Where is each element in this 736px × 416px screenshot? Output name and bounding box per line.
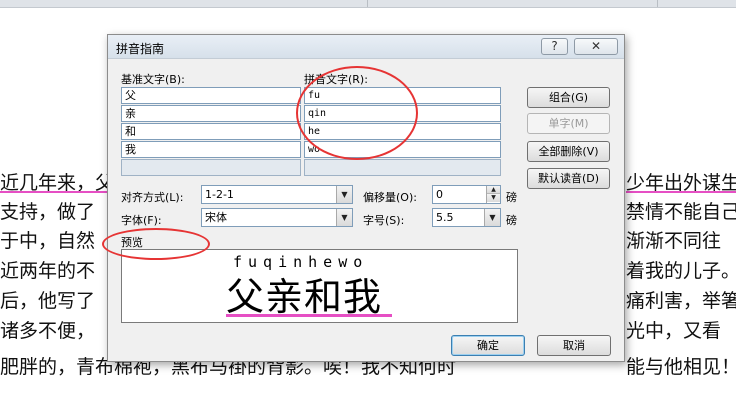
alignment-label: 对齐方式(L): [121, 191, 184, 204]
offset-label: 偏移量(O): [363, 191, 417, 204]
base-text-field[interactable]: 我 [121, 141, 301, 158]
doc-underline [626, 191, 736, 193]
base-text-label: 基准文字(B): [121, 73, 185, 86]
chevron-down-icon[interactable]: ▼ [336, 186, 352, 203]
window-top-bar [0, 0, 736, 8]
offset-unit: 磅 [506, 191, 517, 204]
spin-buttons: ▲ ▼ [486, 186, 500, 203]
base-text-field[interactable]: 父 [121, 87, 301, 104]
close-icon[interactable]: ✕ [574, 38, 618, 55]
dialog-title: 拼音指南 [116, 42, 165, 56]
font-label: 字体(F): [121, 214, 162, 227]
font-select[interactable]: 宋体 ▼ [201, 208, 353, 227]
base-text-field[interactable]: 和 [121, 123, 301, 140]
size-unit: 磅 [506, 214, 517, 227]
toolbar-segment [120, 0, 368, 7]
preview-underline [226, 314, 392, 317]
default-reading-button[interactable]: 默认读音(D) [527, 168, 610, 189]
annotation-ellipse [296, 66, 418, 160]
doc-underline [0, 191, 108, 193]
ruby-text-field-empty[interactable] [304, 159, 501, 176]
group-button[interactable]: 组合(G) [527, 87, 610, 108]
preview-base-text: 父亲和我 [226, 275, 383, 319]
size-select[interactable]: 5.5 ▼ [432, 208, 501, 227]
base-text-field-empty[interactable] [121, 159, 301, 176]
spin-down-icon[interactable]: ▼ [487, 194, 500, 202]
clear-all-button[interactable]: 全部删除(V) [527, 141, 610, 162]
toolbar-segment [368, 0, 658, 7]
help-icon[interactable]: ? [541, 38, 568, 55]
alignment-select[interactable]: 1-2-1 ▼ [201, 185, 353, 204]
base-text-field[interactable]: 亲 [121, 105, 301, 122]
cancel-button[interactable]: 取消 [537, 335, 611, 356]
ok-button[interactable]: 确定 [451, 335, 525, 356]
dialog-titlebar: 拼音指南 ? ✕ [108, 35, 624, 59]
preview-box: fuqinhewo 父亲和我 [121, 249, 518, 323]
chevron-down-icon[interactable]: ▼ [336, 209, 352, 226]
spin-up-icon[interactable]: ▲ [487, 186, 500, 194]
offset-spinner[interactable]: 0 ▲ ▼ [432, 185, 501, 204]
annotation-ellipse [102, 228, 210, 260]
chevron-down-icon[interactable]: ▼ [484, 209, 500, 226]
single-char-button[interactable]: 单字(M) [527, 113, 610, 134]
size-label: 字号(S): [363, 214, 405, 227]
